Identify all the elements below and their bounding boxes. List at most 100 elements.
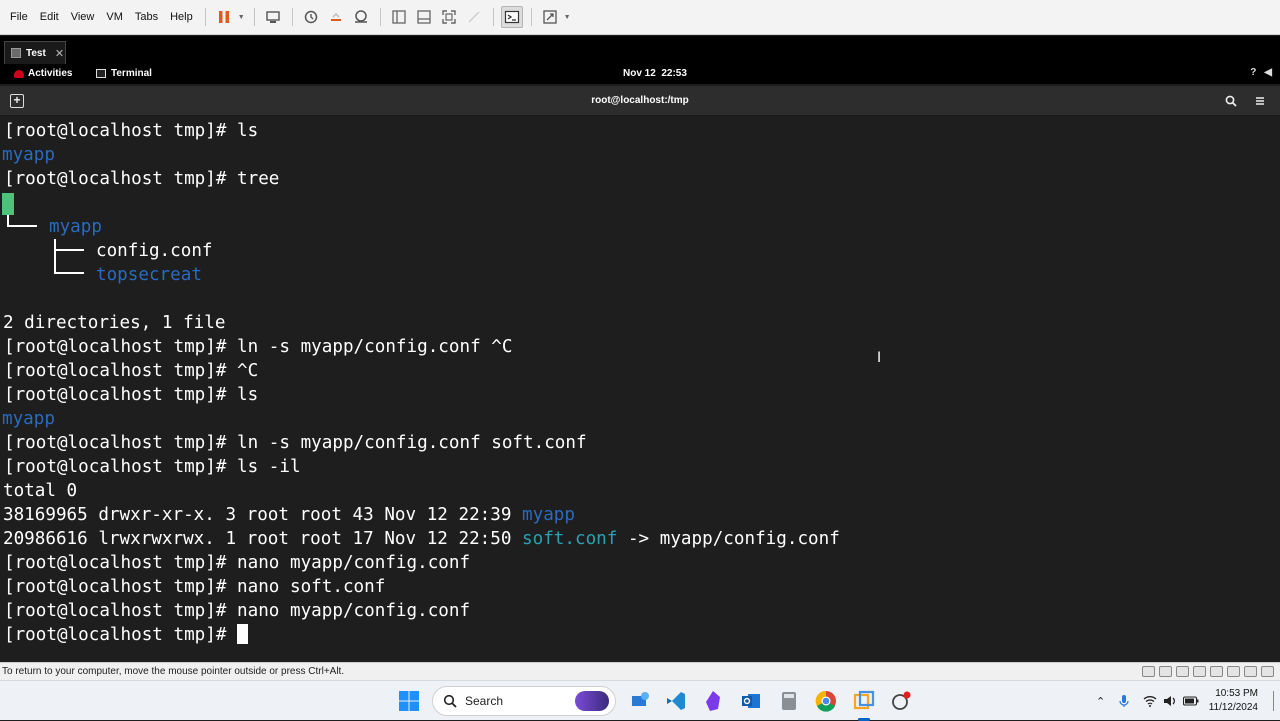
taskbar-clock[interactable]: 10:53 PM 11/12/2024: [1209, 687, 1258, 715]
vmware-status-bar: To return to your computer, move the mou…: [0, 662, 1280, 680]
snapshot-icon[interactable]: [300, 6, 322, 28]
stretch-icon[interactable]: [539, 6, 561, 28]
clock-time: 10:53 PM: [1215, 688, 1258, 699]
terminal-line: [root@localhost tmp]# nano myapp/config.…: [4, 601, 471, 621]
dir-entry: myapp: [2, 145, 55, 165]
vmware-icon: [853, 690, 875, 710]
terminal-output[interactable]: [root@localhost tmp]# ls myapp [root@loc…: [0, 117, 1280, 662]
taskbar-search[interactable]: Search: [432, 686, 616, 716]
terminal-prompt-line[interactable]: [root@localhost tmp]#: [4, 623, 249, 647]
menu-button[interactable]: [1249, 90, 1271, 112]
usb-icon[interactable]: [1210, 666, 1223, 677]
battery-icon[interactable]: [1183, 696, 1199, 706]
chevron-up-icon[interactable]: ⌃: [1096, 695, 1105, 708]
microphone-icon[interactable]: [1119, 694, 1129, 708]
start-button[interactable]: [397, 689, 421, 713]
vmware-workstation-app[interactable]: [852, 689, 876, 713]
tree-branch: [7, 215, 37, 227]
listing-details: 38169965 drwxr-xr-x. 3 root root 43 Nov …: [3, 505, 523, 525]
chrome-app[interactable]: [814, 689, 838, 713]
tree-dir-entry: topsecreat: [96, 265, 202, 285]
sidebar-icon[interactable]: [388, 6, 410, 28]
tree-dir-entry: myapp: [49, 217, 102, 237]
menu-edit[interactable]: Edit: [34, 0, 65, 35]
stretch-dropdown-icon[interactable]: ▼: [564, 14, 571, 21]
chrome-icon: [815, 690, 836, 712]
app-menu-terminal[interactable]: Terminal: [96, 68, 152, 79]
listing-details: 20986616 lrwxrwxrwx. 1 root root 17 Nov …: [3, 529, 523, 549]
send-ctrl-alt-del-icon[interactable]: [262, 6, 284, 28]
terminal-line: [root@localhost tmp]# ln -s myapp/config…: [4, 337, 513, 357]
menu-vm[interactable]: VM: [100, 0, 129, 35]
gnome-clock[interactable]: Nov 12 22:53: [623, 68, 687, 79]
activities-button[interactable]: Activities: [14, 68, 72, 79]
search-icon: [1225, 95, 1237, 107]
volume-icon: ◀: [1264, 67, 1272, 78]
hamburger-icon: [1256, 97, 1264, 105]
wifi-icon[interactable]: [1143, 695, 1157, 707]
vscode-icon: [667, 692, 685, 710]
cdrom-icon[interactable]: [1176, 666, 1189, 677]
terminal-line: [root@localhost tmp]# nano soft.conf: [4, 577, 386, 597]
clock-date: 11/12/2024: [1208, 702, 1258, 713]
snapshot-manager-icon[interactable]: [350, 6, 372, 28]
dir-entry: myapp: [522, 505, 575, 525]
hdd-icon[interactable]: [1142, 666, 1155, 677]
windows-taskbar: Search ⌃ 10:53 PM 11/12/2024: [0, 680, 1280, 721]
app-menu-label: Terminal: [111, 68, 152, 79]
menu-file[interactable]: File: [4, 0, 34, 35]
obsidian-app[interactable]: [701, 689, 725, 713]
vm-tab-test[interactable]: Test ✕: [4, 41, 66, 64]
status-message: To return to your computer, move the mou…: [2, 666, 345, 677]
windows-logo-icon: [399, 691, 419, 711]
vscode-app[interactable]: [664, 689, 688, 713]
terminal-line: [root@localhost tmp]# ls -il: [4, 457, 301, 477]
toolbar-separator: [291, 8, 293, 26]
accessibility-icon: ?: [1250, 67, 1257, 78]
tree-branch: [54, 251, 84, 274]
menu-help[interactable]: Help: [164, 0, 199, 35]
pause-icon[interactable]: [213, 6, 235, 28]
console-icon[interactable]: [501, 6, 524, 28]
unity-icon[interactable]: [463, 6, 485, 28]
text-cursor: [237, 624, 249, 644]
prompt: [root@localhost tmp]#: [4, 625, 238, 645]
terminal-icon: [96, 69, 106, 78]
system-status-menu[interactable]: ? ◀: [1250, 67, 1272, 78]
outlook-app[interactable]: [739, 689, 763, 713]
speaker-icon[interactable]: [1163, 695, 1177, 707]
toolbar-separator: [530, 8, 532, 26]
search-button[interactable]: [1220, 90, 1242, 112]
symlink-target: -> myapp/config.conf: [617, 529, 840, 549]
pause-dropdown-icon[interactable]: ▼: [238, 14, 245, 21]
menu-view[interactable]: View: [65, 0, 101, 35]
show-desktop-button[interactable]: [1273, 691, 1274, 711]
thumbnail-icon[interactable]: [413, 6, 435, 28]
obsidian-icon: [706, 691, 720, 711]
vmware-tabstrip: Test ✕: [0, 36, 1280, 64]
terminal-line: [root@localhost tmp]# nano myapp/config.…: [4, 553, 471, 573]
listing-row: 20986616 lrwxrwxrwx. 1 root root 17 Nov …: [3, 527, 840, 551]
feedback-app[interactable]: [889, 689, 913, 713]
hdd-icon[interactable]: [1159, 666, 1172, 677]
vmware-host-app[interactable]: [777, 689, 801, 713]
menu-tabs[interactable]: Tabs: [129, 0, 164, 35]
printer-icon[interactable]: [1244, 666, 1257, 677]
terminal-line: [root@localhost tmp]# ln -s myapp/config…: [4, 433, 587, 453]
redhat-icon: [14, 69, 24, 78]
toolbar-separator: [204, 8, 206, 26]
sound-icon[interactable]: [1227, 666, 1240, 677]
mouse-ibeam-icon: I: [877, 350, 882, 366]
dir-entry: myapp: [2, 409, 55, 429]
network-icon[interactable]: [1193, 666, 1206, 677]
display-icon[interactable]: [1261, 666, 1274, 677]
vm-tab-label: Test: [26, 47, 46, 59]
revert-snapshot-icon[interactable]: [325, 6, 347, 28]
symlink-entry: soft.conf: [522, 529, 618, 549]
remote-desktop-icon: [632, 692, 649, 706]
system-tray: ⌃: [1096, 681, 1199, 721]
fullscreen-icon[interactable]: [438, 6, 460, 28]
close-icon[interactable]: ✕: [55, 47, 64, 60]
remote-desktop-app[interactable]: [629, 689, 653, 713]
vmware-menubar: File Edit View VM Tabs Help ▼ ▼: [0, 0, 1280, 35]
